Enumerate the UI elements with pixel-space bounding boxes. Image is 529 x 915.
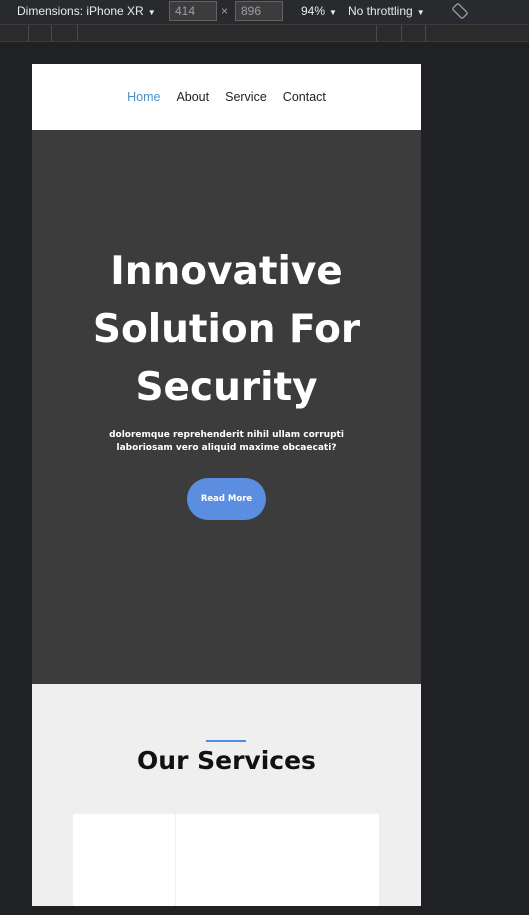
hero-subtitle: doloremque reprehenderit nihil ullam cor… <box>109 430 344 453</box>
chevron-down-icon: ▼ <box>416 8 425 17</box>
service-card <box>176 814 379 906</box>
throttling-selector[interactable]: No throttling ▼ <box>348 4 425 18</box>
services-title: Our Services <box>137 746 316 775</box>
zoom-label: 94% <box>301 4 326 18</box>
ruler-tick <box>401 25 402 41</box>
hero-title: Innovative Solution For Security <box>92 249 361 410</box>
nav-link-about[interactable]: About <box>176 90 209 104</box>
nav-link-contact[interactable]: Contact <box>283 90 326 104</box>
service-card <box>73 814 175 906</box>
rotate-icon[interactable] <box>452 3 468 19</box>
media-query-ruler <box>0 24 529 42</box>
zoom-selector[interactable]: 94% ▼ <box>301 4 337 18</box>
read-more-button[interactable]: Read More <box>187 478 266 520</box>
ruler-tick <box>51 25 52 41</box>
hero-section: Innovative Solution For Security dolorem… <box>32 130 421 684</box>
ruler-tick <box>77 25 78 41</box>
ruler-tick <box>28 25 29 41</box>
width-input[interactable]: 414 <box>169 1 217 21</box>
ruler-tick <box>425 25 426 41</box>
ruler-tick <box>376 25 377 41</box>
nav-link-service[interactable]: Service <box>225 90 267 104</box>
throttling-label: No throttling <box>348 4 413 18</box>
chevron-down-icon: ▼ <box>329 8 337 17</box>
services-section: Our Services <box>32 684 421 906</box>
chevron-down-icon: ▼ <box>147 8 156 17</box>
times-separator: × <box>221 4 229 18</box>
nav-link-home[interactable]: Home <box>127 90 160 104</box>
height-input[interactable]: 896 <box>235 1 283 21</box>
section-accent-line <box>206 740 246 742</box>
main-nav: Home About Service Contact <box>32 64 421 130</box>
emulated-page: Home About Service Contact Innovative So… <box>32 64 421 906</box>
device-label: Dimensions: iPhone XR <box>17 4 144 18</box>
devtools-device-toolbar: Dimensions: iPhone XR ▼ 414 × 896 94% ▼ No… <box>0 0 529 24</box>
device-selector[interactable]: Dimensions: iPhone XR ▼ <box>17 4 156 18</box>
